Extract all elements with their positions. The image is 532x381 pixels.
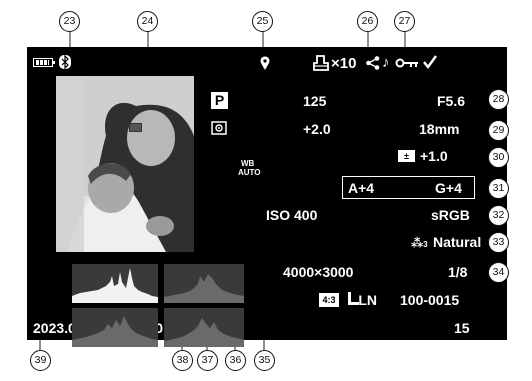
wb-label: WB: [241, 159, 255, 168]
wb-shift-a: A+4: [348, 180, 375, 196]
aperture-value: F5.6: [437, 93, 466, 109]
callout-27: 27: [394, 11, 415, 32]
shooting-mode: P: [214, 92, 225, 108]
bluetooth-icon: [59, 55, 71, 69]
callout-36: 36: [225, 350, 246, 371]
shooting-mode-badge: P: [211, 92, 228, 109]
frame-number: 15: [454, 320, 470, 336]
print-count: ×10: [331, 55, 357, 72]
callout-33: 33: [488, 232, 509, 253]
af-frame-icon: [129, 123, 142, 132]
quality-mode: LN: [358, 292, 377, 308]
metering-icon: [211, 121, 227, 135]
callout-34: 34: [488, 262, 509, 283]
share-icon: [366, 56, 380, 70]
exposure-compensation: +2.0: [303, 121, 331, 137]
compression-ratio: 1/8: [448, 264, 468, 280]
photo-thumbnail: [56, 76, 194, 252]
focal-length: 18mm: [419, 121, 460, 137]
picture-mode: Natural: [433, 234, 482, 250]
wb-auto-label: AUTO: [238, 168, 261, 177]
file-number: 100-0015: [400, 292, 460, 308]
callout-38: 38: [172, 350, 193, 371]
location-pin-icon: [260, 56, 270, 70]
flash-compensation-icon: ±: [398, 150, 415, 162]
picture-mode-icon: ⁂3: [411, 236, 428, 250]
aspect-ratio-icon: 4:3: [319, 293, 339, 307]
histogram-blue: [164, 308, 244, 347]
shutter-speed: 125: [303, 93, 327, 109]
histogram-luminance: [72, 264, 158, 303]
color-space: sRGB: [431, 207, 470, 223]
callout-31: 31: [488, 178, 509, 199]
aspect-ratio: 4:3: [322, 295, 336, 305]
callout-24: 24: [137, 11, 158, 32]
music-note-icon: ♪: [382, 54, 390, 71]
check-icon: [423, 55, 437, 69]
flash-compensation: +1.0: [420, 148, 448, 164]
battery-icon: [33, 58, 55, 67]
histogram-green: [72, 308, 158, 347]
iso-value: ISO 400: [266, 207, 318, 223]
callout-23: 23: [59, 11, 80, 32]
callout-26: 26: [357, 11, 378, 32]
callout-39: 39: [30, 350, 51, 371]
callout-30: 30: [488, 147, 509, 168]
wb-shift-g: G+4: [435, 180, 462, 196]
histogram-red: [164, 264, 244, 303]
protect-key-icon: [395, 58, 418, 68]
print-order-icon: [313, 55, 329, 71]
callout-37: 37: [197, 350, 218, 371]
callout-29: 29: [488, 120, 509, 141]
callout-25: 25: [252, 11, 273, 32]
callout-32: 32: [488, 205, 509, 226]
callout-28: 28: [488, 89, 509, 110]
callout-35: 35: [254, 350, 275, 371]
image-resolution: 4000×3000: [283, 264, 354, 280]
